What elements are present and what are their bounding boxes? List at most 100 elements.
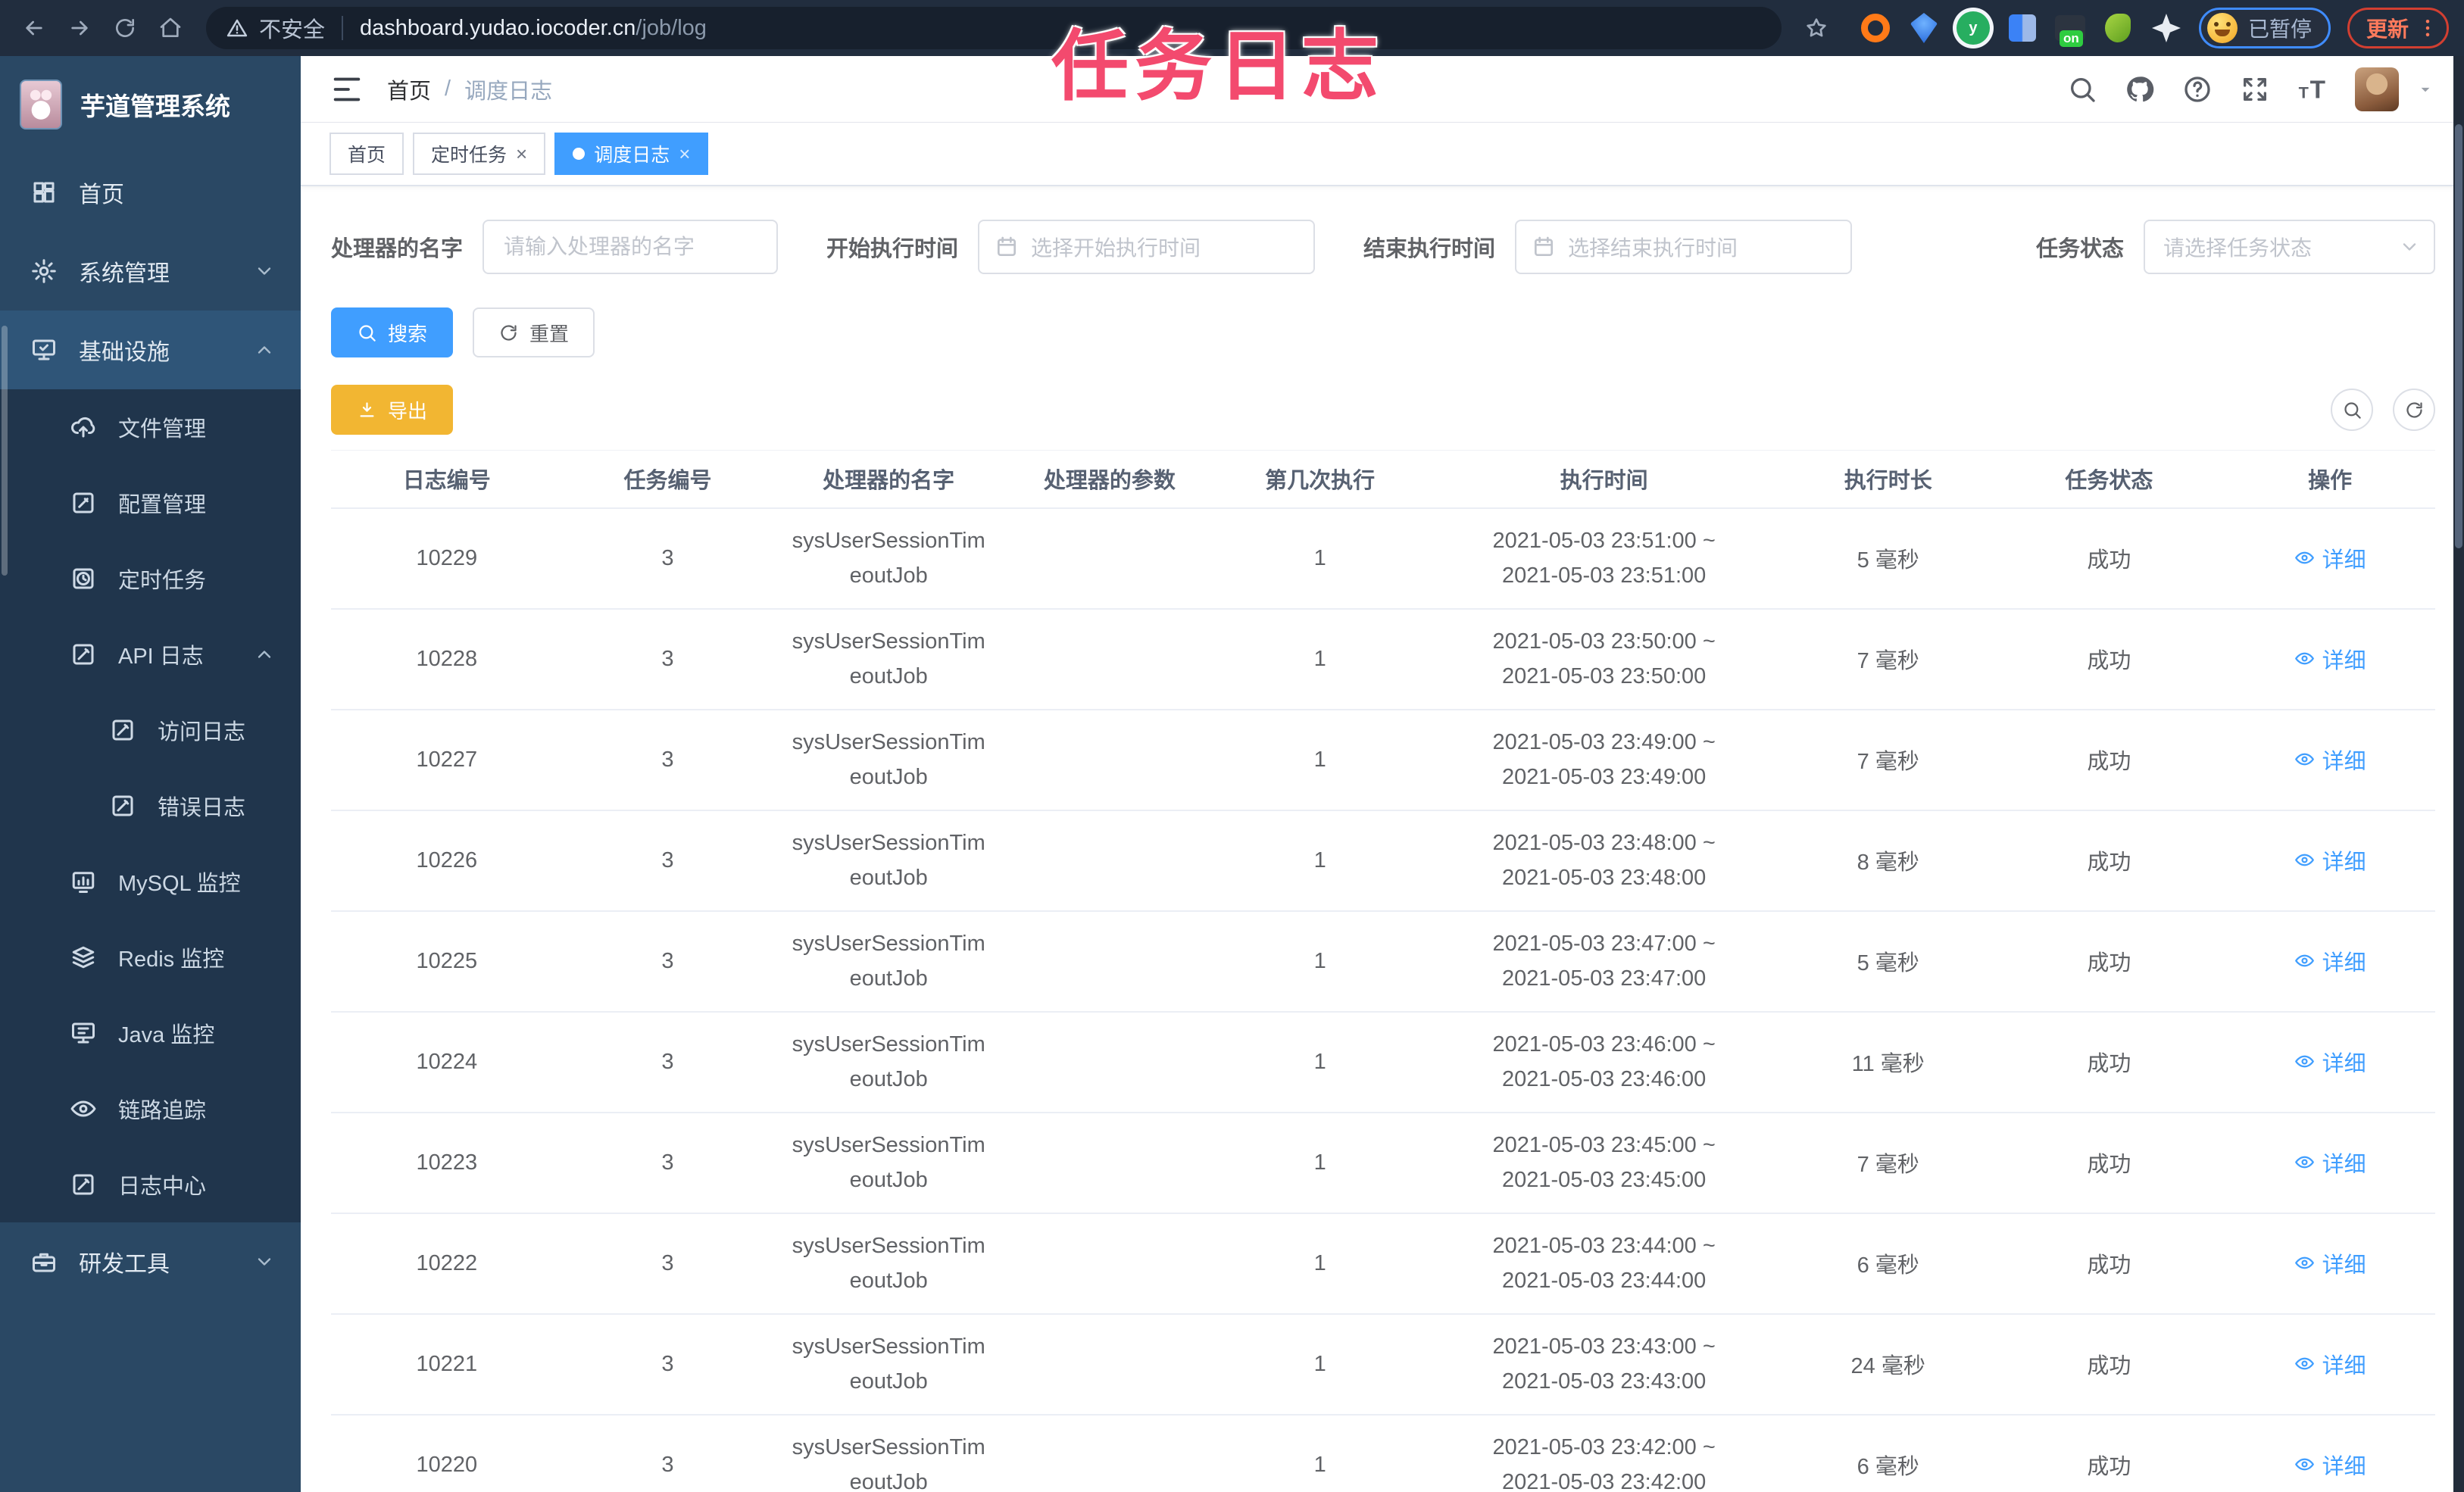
detail-link[interactable]: 详细: [2294, 1247, 2366, 1279]
column-header: 任务状态: [1993, 450, 2225, 509]
detail-link[interactable]: 详细: [2294, 542, 2366, 574]
search-icon[interactable]: [2067, 74, 2097, 105]
cell-handler-param: [1004, 1414, 1215, 1492]
help-icon[interactable]: [2182, 74, 2213, 105]
profile-avatar-emoji: [2206, 13, 2238, 43]
task-status-select[interactable]: 请选择任务状态: [2144, 220, 2435, 274]
tab-cron-job[interactable]: 定时任务 ×: [413, 133, 546, 175]
url-host: dashboard.yudao.iocoder.cn: [360, 15, 636, 40]
filter-begin-time: 开始执行时间 选择开始执行时间: [826, 220, 1316, 274]
browser-back-icon[interactable]: [15, 9, 53, 47]
detail-link[interactable]: 详细: [2294, 744, 2366, 776]
cell-handler-name: sysUserSessionTim eoutJob: [773, 810, 1004, 912]
reset-button[interactable]: 重置: [473, 307, 595, 357]
browser-home-icon[interactable]: [151, 9, 189, 47]
handler-name-input-field[interactable]: [484, 235, 777, 259]
sidebar-item-dev-tools[interactable]: 研发工具: [0, 1222, 301, 1301]
extension-orange-ring-icon[interactable]: [1860, 12, 1891, 44]
sidebar-item-system-mgmt[interactable]: 系统管理: [0, 232, 301, 311]
cell-execute-time: 2021-05-03 23:50:00 ~ 2021-05-03 23:50:0…: [1425, 608, 1783, 710]
extension-switch-icon[interactable]: on: [2054, 15, 2085, 47]
cell-execute-time: 2021-05-03 23:51:00 ~ 2021-05-03 23:51:0…: [1425, 507, 1783, 610]
github-icon[interactable]: [2125, 74, 2155, 105]
export-button[interactable]: 导出: [331, 385, 454, 435]
cell-handler-param: [1004, 1112, 1215, 1214]
sidebar-item-error-log[interactable]: 错误日志: [0, 768, 301, 844]
sidebar-fold-icon[interactable]: [329, 72, 364, 107]
sidebar-item-label: MySQL 监控: [118, 872, 241, 896]
close-icon[interactable]: ×: [516, 144, 527, 164]
detail-link[interactable]: 详细: [2294, 1348, 2366, 1380]
kebab-menu-icon[interactable]: [2416, 17, 2439, 39]
extension-leaf-icon[interactable]: [2102, 12, 2134, 44]
detail-link[interactable]: 详细: [2294, 1147, 2366, 1178]
sidebar-item-label: 定时任务: [118, 569, 207, 593]
detail-link[interactable]: 详细: [2294, 643, 2366, 675]
sidebar-item-home[interactable]: 首页: [0, 153, 301, 232]
extension-puzzle-icon[interactable]: [2150, 12, 2182, 44]
close-icon[interactable]: ×: [679, 144, 690, 164]
extension-green-y-icon[interactable]: y: [1956, 11, 1990, 45]
extension-blue-gem-icon[interactable]: [1908, 12, 1940, 44]
address-bar[interactable]: 不安全 dashboard.yudao.iocoder.cn /job/log: [206, 7, 1782, 49]
detail-link[interactable]: 详细: [2294, 844, 2366, 876]
sidebar-scrollbar-thumb[interactable]: [2, 326, 8, 576]
cell-task-id: 3: [562, 709, 773, 811]
sidebar-item-redis[interactable]: Redis 监控: [0, 919, 301, 995]
column-header: 执行时长: [1782, 450, 1994, 509]
browser-forward-icon[interactable]: [61, 9, 98, 47]
detail-link[interactable]: 详细: [2294, 945, 2366, 977]
browser-reload-icon[interactable]: [106, 9, 144, 47]
sidebar-item-file-mgmt[interactable]: 文件管理: [0, 389, 301, 465]
begin-time-datepicker[interactable]: 选择开始执行时间: [978, 220, 1316, 274]
java-monitor-icon: [70, 1019, 97, 1047]
sidebar-item-cron-job[interactable]: 定时任务: [0, 541, 301, 616]
sidebar-item-log-center[interactable]: 日志中心: [0, 1147, 301, 1222]
search-button[interactable]: 搜索: [331, 307, 454, 357]
cell-task-status: 成功: [1993, 1112, 2225, 1214]
browser-profile-chip[interactable]: 已暂停: [2198, 8, 2331, 48]
detail-link[interactable]: 详细: [2294, 1046, 2366, 1078]
cell-handler-param: [1004, 507, 1215, 610]
page-scrollbar[interactable]: [2453, 56, 2464, 1492]
table-row: 10222 3 sysUserSessionTim eoutJob 1 2021-05-…: [331, 1213, 2435, 1315]
cell-task-status: 成功: [1993, 1213, 2225, 1315]
cell-handler-param: [1004, 608, 1215, 710]
chevron-down-icon[interactable]: [2416, 80, 2435, 99]
tab-job-log[interactable]: 调度日志 ×: [554, 133, 709, 175]
breadcrumb-home[interactable]: 首页: [387, 73, 431, 105]
eye-icon: [2294, 648, 2315, 669]
filter-label: 结束执行时间: [1363, 237, 1496, 261]
end-time-datepicker[interactable]: 选择结束执行时间: [1515, 220, 1853, 274]
toggle-search-button[interactable]: [2331, 389, 2373, 431]
text-size-icon[interactable]: TT: [2297, 74, 2328, 105]
sidebar-menu: 首页 系统管理 基础设施 文件管理 配置管理定时任务 API 日志 访问日志 错误日志 MySQ…: [0, 153, 301, 1301]
refresh-table-button[interactable]: [2393, 389, 2435, 431]
detail-link-label: 详细: [2322, 1454, 2366, 1479]
sidebar-item-label: Java 监控: [118, 1023, 215, 1047]
sidebar-item-api-log[interactable]: API 日志: [0, 616, 301, 692]
cell-action: 详细: [2225, 1414, 2435, 1492]
user-avatar[interactable]: [2355, 67, 2399, 111]
sidebar-item-access-log[interactable]: 访问日志: [0, 692, 301, 768]
detail-link[interactable]: 详细: [2294, 1449, 2366, 1481]
chevron-down-icon: [254, 261, 275, 282]
sidebar-item-config-mgmt[interactable]: 配置管理: [0, 465, 301, 541]
detail-link-label: 详细: [2322, 1051, 2366, 1076]
sidebar-item-java[interactable]: Java 监控: [0, 995, 301, 1071]
sidebar-item-infra[interactable]: 基础设施: [0, 311, 301, 389]
fullscreen-icon[interactable]: [2240, 74, 2270, 105]
cell-execute-index: 1: [1214, 608, 1426, 710]
browser-update-button[interactable]: 更新: [2347, 8, 2449, 48]
topbar: 首页 / 调度日志 TT: [301, 56, 2464, 123]
page-scrollbar-thumb[interactable]: [2455, 124, 2462, 548]
bookmark-star-icon[interactable]: [1797, 9, 1835, 47]
cell-action: 详细: [2225, 709, 2435, 811]
sidebar-item-trace[interactable]: 链路追踪: [0, 1071, 301, 1147]
handler-name-input[interactable]: [482, 220, 779, 274]
tab-home[interactable]: 首页: [329, 133, 404, 175]
detail-link-label: 详细: [2322, 648, 2366, 673]
extension-blocks-icon[interactable]: [2006, 12, 2038, 44]
column-header: 执行时间: [1425, 450, 1783, 509]
sidebar-item-mysql[interactable]: MySQL 监控: [0, 844, 301, 919]
